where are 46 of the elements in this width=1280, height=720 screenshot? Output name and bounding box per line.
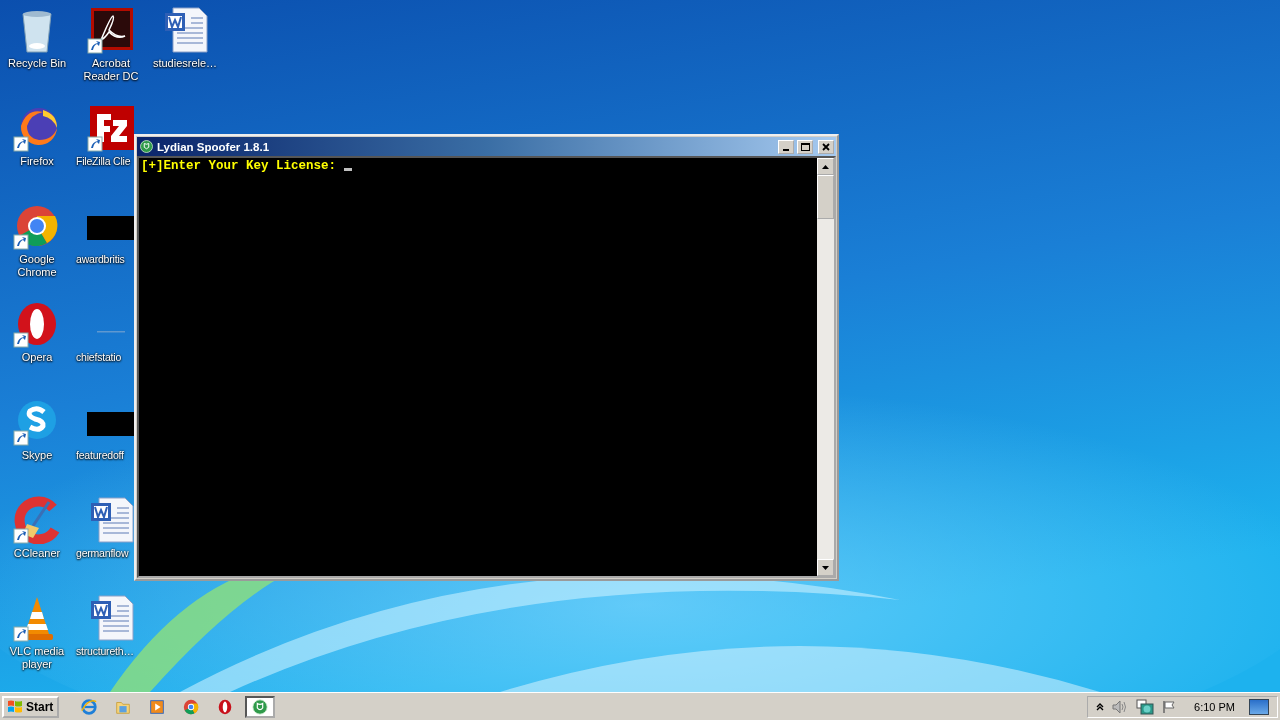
icon-label[interactable]: Recycle Bin [7, 57, 67, 70]
scroll-down-button[interactable] [817, 559, 834, 576]
scroll-thumb[interactable] [817, 175, 834, 219]
window-title: Lydian Spoofer 1.8.1 [157, 140, 271, 153]
icon-label[interactable]: CCleaner [13, 547, 61, 560]
show-desktop-button[interactable] [1249, 698, 1269, 715]
scrollbar[interactable] [817, 158, 834, 576]
icon-label[interactable]: Acrobat Reader DC [75, 57, 147, 83]
icon-label[interactable]: VLC media player [1, 645, 73, 671]
chrome-icon [182, 697, 201, 716]
icon-label[interactable]: Google Chrome [1, 253, 73, 279]
taskbar-button[interactable] [245, 695, 276, 718]
icon-label[interactable]: Skype [21, 449, 53, 462]
icon-label[interactable]: germanflow [76, 547, 129, 560]
broom-c-icon[interactable] [13, 496, 61, 544]
fz-logo-icon[interactable] [87, 104, 135, 152]
icon-label[interactable]: Firefox [20, 155, 54, 168]
play-icon [148, 697, 167, 716]
close-button[interactable] [818, 139, 834, 154]
windows-logo-icon [6, 698, 24, 715]
console-line: [+]Enter Your Key License: [141, 159, 338, 173]
close-icon [822, 142, 830, 151]
shield-icon [251, 697, 270, 716]
shield-icon [139, 139, 154, 154]
down-arrow-icon [822, 565, 829, 570]
icon-label[interactable]: chiefstatio [76, 351, 122, 364]
pdf-icon[interactable] [87, 6, 135, 54]
icon-label[interactable]: awardbritis [76, 253, 125, 266]
icon-label[interactable]: FileZilla Clie [76, 155, 131, 168]
minimize-icon [783, 148, 789, 151]
up-arrow-icon [822, 164, 829, 169]
maximize-icon [800, 142, 810, 151]
chevron-up-icon[interactable] [1096, 702, 1105, 711]
icon-label[interactable]: studiesrele… [152, 57, 218, 70]
scroll-up-button[interactable] [817, 158, 834, 175]
network-icon[interactable] [1136, 698, 1155, 715]
icon-label[interactable]: featuredoff [76, 449, 124, 462]
flag-icon[interactable] [1162, 699, 1177, 714]
text-cursor [343, 168, 352, 171]
speaker-icon[interactable] [1112, 699, 1129, 714]
maximize-button[interactable] [797, 139, 813, 154]
minimize-button[interactable] [778, 139, 794, 154]
clock[interactable]: 6:10 PM [1194, 700, 1235, 713]
icon-label[interactable]: Opera [21, 351, 53, 364]
e-globe-icon [80, 697, 99, 716]
start-button[interactable]: Start [2, 695, 60, 718]
